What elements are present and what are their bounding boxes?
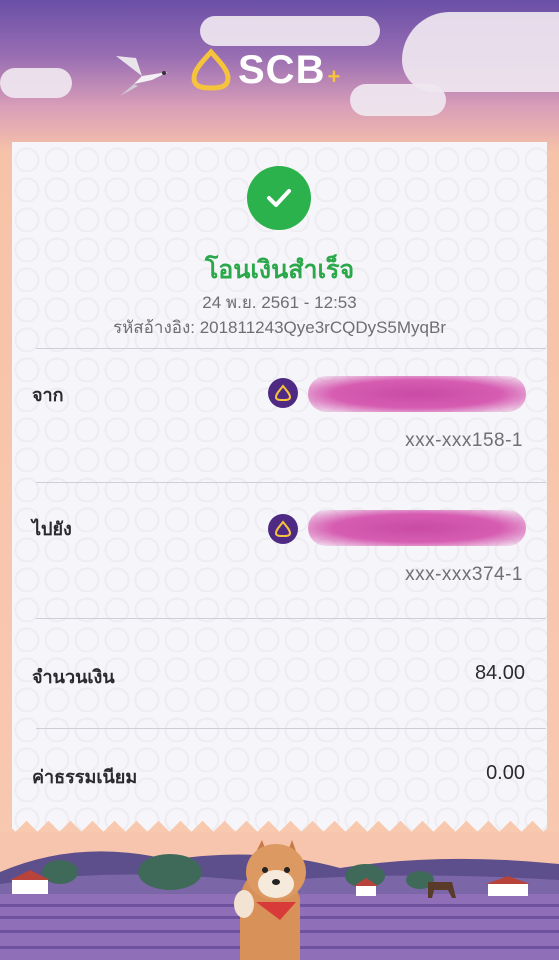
header-banner: SCB + (0, 0, 559, 145)
brand-name: SCB (238, 47, 326, 92)
from-label: จาก (32, 385, 64, 405)
fee-value: 0.00 (486, 762, 525, 784)
divider (36, 348, 546, 349)
cloud (402, 12, 559, 92)
status-title: โอนเงินสำเร็จ (204, 256, 355, 284)
scb-bank-icon (268, 378, 298, 408)
amount-label: จำนวนเงิน (32, 667, 115, 687)
divider (36, 482, 546, 483)
divider (36, 728, 546, 729)
transaction-datetime: 24 พ.ย. 2561 - 12:53 (202, 293, 357, 312)
recipient-account-number: xxx-xxx374-1 (405, 564, 523, 585)
scb-bank-icon (268, 514, 298, 544)
success-check-icon (247, 166, 311, 230)
sender-account-number: xxx-xxx158-1 (405, 430, 523, 451)
to-label: ไปยัง (32, 519, 72, 539)
cloud (200, 16, 380, 46)
transfer-receipt: โอนเงินสำเร็จ 24 พ.ย. 2561 - 12:53 รหัสอ… (12, 142, 547, 832)
reference-code: รหัสอ้างอิง: 201811243Qye3rCQDyS5MyqBr (112, 318, 447, 337)
lavender-field-illustration (0, 832, 559, 960)
recipient-name-redacted (308, 510, 526, 546)
scb-logo: SCB + (190, 46, 340, 94)
cloud (0, 68, 72, 98)
bird-illustration (116, 56, 168, 96)
brand-plus: + (327, 64, 341, 89)
sender-name-redacted (308, 376, 526, 412)
scb-lotus-icon (191, 48, 231, 91)
cloud (350, 84, 446, 116)
fee-label: ค่าธรรมเนียม (32, 767, 138, 787)
divider (36, 618, 546, 619)
amount-value: 84.00 (474, 662, 525, 684)
